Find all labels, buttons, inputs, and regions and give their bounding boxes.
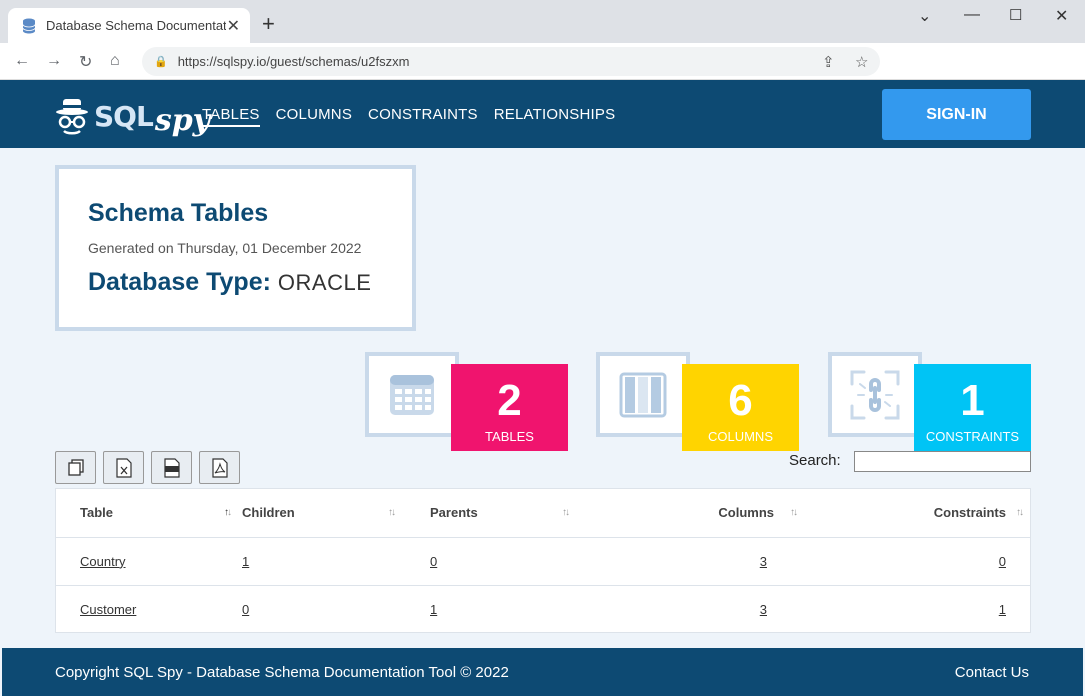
stat-tables-label: TABLES	[485, 429, 534, 444]
main-nav: TABLES COLUMNS CONSTRAINTS RELATIONSHIPS	[202, 106, 615, 127]
tab-close-icon[interactable]: ✕	[227, 16, 240, 36]
link-icon	[828, 352, 922, 437]
children-link[interactable]: 0	[242, 602, 249, 617]
stat-columns-value: 6	[728, 376, 753, 425]
table-row: Customer 0 1 3 1	[56, 585, 1030, 633]
stat-columns-box: 6 COLUMNS	[682, 364, 799, 451]
copyright-text: Copyright SQL Spy - Database Schema Docu…	[55, 664, 509, 681]
parents-link[interactable]: 1	[430, 602, 437, 617]
forward-icon[interactable]: →	[46, 52, 62, 70]
database-type: Database Type: ORACLE	[88, 268, 412, 297]
table-row: Country 1 0 3 0	[56, 537, 1030, 586]
reload-icon[interactable]: ↻	[79, 52, 92, 72]
home-icon[interactable]: ⌂	[110, 52, 120, 70]
csv-export-button[interactable]	[151, 451, 192, 484]
sort-icon: ↑↓	[224, 507, 232, 518]
maximize-button[interactable]: ☐	[1009, 6, 1022, 24]
stat-constraints: 1 CONSTRAINTS	[828, 352, 1033, 452]
site-header: SQL spy TABLES COLUMNS CONSTRAINTS RELAT…	[0, 80, 1085, 148]
csv-file-icon	[163, 457, 180, 478]
nav-columns[interactable]: COLUMNS	[276, 106, 352, 127]
table-link-country[interactable]: Country	[80, 554, 126, 569]
nav-relationships[interactable]: RELATIONSHIPS	[494, 106, 616, 127]
constraints-link[interactable]: 0	[999, 554, 1006, 569]
tab-title: Database Schema Documentation	[46, 18, 226, 33]
stat-columns: 6 COLUMNS	[596, 352, 801, 452]
search-input[interactable]	[854, 451, 1031, 472]
copy-icon	[67, 458, 84, 476]
share-icon[interactable]: ⇪	[822, 53, 835, 71]
header-parents[interactable]: Parents ↑↓	[430, 489, 604, 538]
url-input[interactable]: 🔒 https://sqlspy.io/guest/schemas/u2fszx…	[142, 47, 880, 76]
tables-table: Table ↑↓ Children ↑↓ Parents ↑↓ Columns …	[55, 488, 1031, 633]
constraints-link[interactable]: 1	[999, 602, 1006, 617]
nav-tables[interactable]: TABLES	[202, 106, 260, 127]
spy-hat-icon	[56, 98, 88, 134]
header-table[interactable]: Table ↑↓	[56, 489, 242, 538]
stat-constraints-box: 1 CONSTRAINTS	[914, 364, 1031, 451]
table-link-customer[interactable]: Customer	[80, 602, 136, 617]
header-constraints[interactable]: Constraints ↑↓	[796, 489, 1030, 538]
table-header-row: Table ↑↓ Children ↑↓ Parents ↑↓ Columns …	[56, 489, 1030, 538]
columns-link[interactable]: 3	[760, 554, 767, 569]
browser-tab-bar: Database Schema Documentation ✕ + ⌄ — ☐ …	[0, 0, 1085, 43]
sign-in-button[interactable]: SIGN-IN	[882, 89, 1031, 140]
sort-icon: ↑↓	[562, 507, 570, 518]
stat-constraints-label: CONSTRAINTS	[925, 429, 1020, 444]
address-bar: ← → ↻ ⌂ 🔒 https://sqlspy.io/guest/schema…	[0, 43, 1085, 80]
page-title: Schema Tables	[88, 199, 269, 227]
excel-icon	[115, 457, 132, 478]
stat-columns-label: COLUMNS	[707, 429, 773, 444]
header-columns[interactable]: Columns ↑↓	[604, 489, 798, 538]
logo-sql-text: SQL	[94, 100, 154, 133]
columns-link[interactable]: 3	[760, 602, 767, 617]
bookmark-star-icon[interactable]: ☆	[855, 53, 868, 71]
calendar-grid-icon	[365, 352, 459, 437]
database-type-value: ORACLE	[277, 270, 372, 295]
sort-icon: ↑↓	[1016, 507, 1024, 518]
minimize-button[interactable]: —	[964, 6, 980, 24]
browser-tab[interactable]: Database Schema Documentation ✕	[8, 8, 250, 43]
columns-icon	[596, 352, 690, 437]
stat-constraints-value: 1	[960, 376, 985, 425]
search-label: Search:	[789, 452, 841, 469]
parents-link[interactable]: 0	[430, 554, 437, 569]
database-icon	[22, 18, 36, 33]
copy-button[interactable]	[55, 451, 96, 484]
back-icon[interactable]: ←	[14, 52, 30, 70]
generated-date: Generated on Thursday, 01 December 2022	[88, 240, 362, 256]
stat-tables: 2 TABLES	[365, 352, 570, 452]
stat-tables-box: 2 TABLES	[451, 364, 568, 451]
export-toolbar	[55, 451, 240, 484]
new-tab-button[interactable]: +	[262, 13, 275, 35]
sort-icon: ↑↓	[388, 507, 396, 518]
contact-us-link[interactable]: Contact Us	[955, 664, 1029, 681]
database-type-label: Database Type:	[88, 268, 271, 296]
schema-info-card: Schema Tables Generated on Thursday, 01 …	[55, 165, 416, 331]
lock-icon: 🔒	[154, 56, 168, 68]
url-text: https://sqlspy.io/guest/schemas/u2fszxm	[177, 54, 410, 69]
stat-tables-value: 2	[497, 376, 522, 425]
site-footer: Copyright SQL Spy - Database Schema Docu…	[2, 648, 1083, 696]
pdf-export-button[interactable]	[199, 451, 240, 484]
nav-constraints[interactable]: CONSTRAINTS	[368, 106, 478, 127]
header-children[interactable]: Children ↑↓	[242, 489, 430, 538]
pdf-icon	[211, 457, 228, 478]
children-link[interactable]: 1	[242, 554, 249, 569]
sqlspy-logo[interactable]: SQL spy	[55, 95, 210, 138]
close-window-button[interactable]: ✕	[1055, 6, 1068, 26]
excel-export-button[interactable]	[103, 451, 144, 484]
tab-search-icon[interactable]: ⌄	[918, 6, 931, 26]
